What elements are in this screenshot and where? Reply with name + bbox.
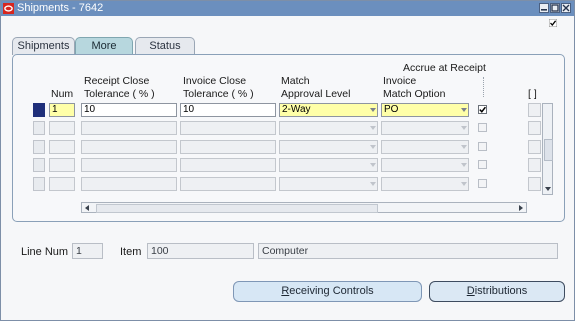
invoice-close-tolerance-field[interactable]: 10 (180, 103, 276, 117)
invoice-match-option-value: PO (384, 104, 399, 115)
column-header-receipt-close-1: Receipt Close (84, 75, 150, 87)
scroll-left-icon[interactable] (85, 205, 90, 211)
record-indicator[interactable] (33, 121, 45, 135)
receipt-close-tolerance-field[interactable] (81, 140, 177, 154)
window-title: Shipments - 7642 (17, 2, 104, 14)
column-header-num: Num (51, 88, 74, 100)
invoice-match-option-select[interactable] (381, 121, 469, 135)
close-icon (562, 4, 570, 12)
descriptive-flexfield[interactable] (528, 121, 541, 135)
dropdown-arrow-icon (461, 145, 467, 149)
maximize-button[interactable] (550, 3, 560, 13)
line-num-field[interactable]: 1 (72, 243, 103, 259)
record-indicator[interactable] (33, 177, 45, 191)
receipt-close-tolerance-field[interactable] (81, 121, 177, 135)
item-description-field[interactable]: Computer (258, 243, 558, 259)
dropdown-arrow-icon (370, 145, 376, 149)
tab-more-label: More (91, 40, 117, 52)
column-header-accrue-at-receipt: Accrue at Receipt (403, 62, 486, 74)
receiving-controls-label: eceiving Controls (289, 285, 374, 297)
receipt-close-tolerance-field[interactable] (81, 177, 177, 191)
title-bar: Shipments - 7642 (1, 1, 574, 16)
scroll-down-icon[interactable] (545, 187, 551, 192)
distributions-mnemonic: D (466, 285, 475, 297)
invoice-close-tolerance-field[interactable] (180, 121, 276, 135)
receipt-close-tolerance-field[interactable] (81, 158, 177, 172)
descriptive-flexfield[interactable] (528, 140, 541, 154)
minimize-icon (541, 9, 547, 11)
invoice-match-option-select[interactable]: PO (381, 103, 469, 117)
receipt-close-tolerance-field[interactable]: 10 (81, 103, 177, 117)
column-header-match-2: Approval Level (281, 88, 351, 100)
maximize-icon (551, 4, 559, 12)
invoice-match-option-select[interactable] (381, 177, 469, 191)
minimize-button[interactable] (539, 3, 549, 13)
descriptive-flexfield[interactable] (528, 158, 541, 172)
folder-indicator: [ ] (528, 88, 537, 100)
dropdown-arrow-icon (370, 108, 376, 112)
record-indicator[interactable] (33, 140, 45, 154)
receiving-controls-button[interactable]: Receiving Controls (233, 281, 422, 302)
scroll-right-icon[interactable] (518, 205, 523, 211)
match-approval-level-select[interactable] (279, 121, 378, 135)
tab-status[interactable]: Status (135, 37, 195, 55)
match-approval-level-select[interactable] (279, 177, 378, 191)
dropdown-arrow-icon (461, 126, 467, 130)
tab-status-label: Status (149, 40, 181, 52)
columns-horizontal-scrollbar[interactable] (81, 202, 527, 213)
column-header-invoice-match-1: Invoice (383, 75, 417, 87)
dropdown-arrow-icon (370, 163, 376, 167)
tab-shipments[interactable]: Shipments (12, 37, 75, 55)
record-indicator-current[interactable] (33, 103, 45, 117)
num-field[interactable] (49, 140, 75, 154)
match-approval-level-select[interactable] (279, 158, 378, 172)
invoice-match-option-select[interactable] (381, 158, 469, 172)
match-approval-level-select[interactable] (279, 140, 378, 154)
dropdown-arrow-icon (461, 163, 467, 167)
column-divider (483, 77, 485, 97)
column-header-invoice-match-2: Match Option (383, 88, 446, 100)
accrue-at-receipt-checkbox[interactable] (478, 179, 487, 188)
close-button[interactable] (561, 3, 571, 13)
descriptive-flexfield[interactable] (528, 177, 541, 191)
scrollbar-thumb[interactable] (544, 139, 553, 161)
item-field[interactable]: 100 (147, 243, 254, 259)
item-label: Item (120, 246, 142, 258)
invoice-match-option-select[interactable] (381, 140, 469, 154)
dropdown-arrow-icon (461, 182, 467, 186)
checkmark-icon (549, 19, 557, 27)
column-header-receipt-close-2: Tolerance ( % ) (84, 88, 155, 100)
oracle-app-icon (3, 3, 14, 14)
shipments-window: Shipments - 7642 Shipments More Status N… (0, 0, 575, 321)
dropdown-arrow-icon (370, 126, 376, 130)
line-num-label: Line Num (21, 246, 69, 258)
tab-shipments-label: Shipments (17, 40, 70, 52)
descriptive-flexfield[interactable] (528, 103, 541, 117)
column-header-invoice-close-2: Tolerance ( % ) (183, 88, 254, 100)
accrue-at-receipt-checkbox[interactable] (478, 160, 487, 169)
match-approval-level-select[interactable]: 2-Way (279, 103, 378, 117)
scrollbar-thumb[interactable] (96, 204, 378, 213)
records-vertical-scrollbar[interactable] (542, 103, 553, 195)
num-field[interactable]: 1 (49, 103, 75, 117)
invoice-close-tolerance-field[interactable] (180, 158, 276, 172)
distributions-button[interactable]: Distributions (429, 281, 565, 302)
dropdown-arrow-icon (461, 108, 467, 112)
checkmark-icon (479, 106, 486, 113)
match-approval-level-value: 2-Way (282, 104, 311, 115)
num-field[interactable] (49, 177, 75, 191)
num-field[interactable] (49, 158, 75, 172)
tab-more[interactable]: More (75, 37, 133, 55)
distributions-label: istributions (474, 285, 528, 297)
invoice-close-tolerance-field[interactable] (180, 177, 276, 191)
column-header-invoice-close-1: Invoice Close (183, 75, 247, 87)
accrue-at-receipt-checkbox[interactable] (478, 142, 487, 151)
record-indicator[interactable] (33, 158, 45, 172)
invoice-close-tolerance-field[interactable] (180, 140, 276, 154)
dropdown-arrow-icon (370, 182, 376, 186)
column-header-match-1: Match (281, 75, 310, 87)
accrue-at-receipt-checkbox[interactable] (478, 105, 487, 114)
num-field[interactable] (49, 121, 75, 135)
accrue-at-receipt-checkbox[interactable] (478, 123, 487, 132)
